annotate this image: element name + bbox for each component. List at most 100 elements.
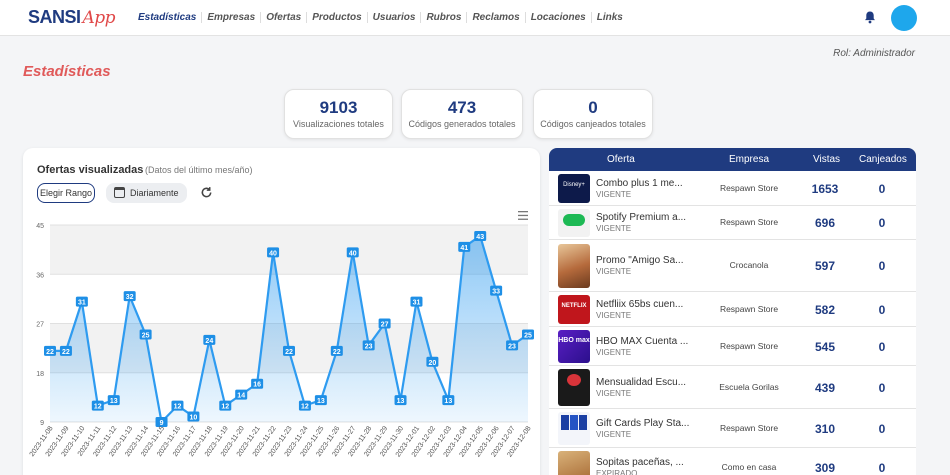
nav-item-links[interactable]: Links [592,12,628,23]
offer-views: 309 [814,461,836,475]
header-empresa: Empresa [729,154,770,165]
data-point[interactable]: 20 [426,356,439,367]
data-point[interactable]: 13 [107,395,120,406]
bell-icon[interactable] [863,10,877,24]
data-label: 25 [524,332,532,339]
views-chart: 9 18 27 36 45 22 22 31 12 13 32 25 9 12 10 24 12 14 16 40 22… [29,223,534,458]
data-point[interactable]: 31 [410,296,423,307]
data-label: 24 [205,338,213,345]
data-point[interactable]: 22 [283,345,295,356]
nav-item-productos[interactable]: Productos [307,12,368,23]
user-avatar[interactable] [891,5,917,31]
header-vistas: Vistas [813,154,841,165]
y-tick-label: 18 [36,371,44,378]
table-row[interactable]: HBO max HBO MAX Cuenta ... VIGENTE Respawn … [549,327,916,366]
data-point[interactable]: 25 [522,329,534,340]
data-point[interactable]: 32 [123,291,136,302]
data-label: 12 [221,404,229,411]
data-label: 40 [269,250,277,257]
table-row[interactable]: Promo "Amigo Sa... VIGENTE Crocanola 597 0 [549,240,916,292]
nav-item-ofertas[interactable]: Ofertas [261,12,308,23]
table-row[interactable]: Disney+ Combo plus 1 me... VIGENTE Respawn … [549,171,916,206]
main-nav: Estadísticas Empresas Ofertas Productos … [138,12,628,23]
nav-item-estadisticas[interactable]: Estadísticas [138,12,203,23]
data-point[interactable]: 27 [378,318,391,329]
nav-item-empresas[interactable]: Empresas [202,12,262,23]
table-row[interactable]: NETFLIX Netfliix 65bs cuen... VIGENTE Respa… [549,292,916,327]
data-label: 33 [492,289,500,296]
stat-card-codes-redeemed: 0 Códigos canjeados totales [533,89,653,139]
data-point[interactable]: 13 [394,395,407,406]
table-row[interactable]: Mensualidad Escu... VIGENTE Escuela Gorila… [549,366,916,409]
offer-name[interactable]: Mensualidad Escu... [596,377,686,388]
data-point[interactable]: 12 [298,400,311,411]
offer-views: 310 [814,421,836,436]
data-label: 22 [333,349,341,356]
y-tick-label: 9 [40,420,44,427]
offer-name[interactable]: Combo plus 1 me... [596,178,683,189]
offer-name[interactable]: Gift Cards Play Sta... [596,418,689,429]
offer-company: Escuela Gorilas [719,381,779,392]
offer-views: 545 [814,339,836,354]
hamburger-menu-icon[interactable] [518,211,528,220]
table-row[interactable]: Sopitas paceñas, ... EXPIRADO Como en casa… [549,448,916,475]
offer-name[interactable]: HBO MAX Cuenta ... [596,336,688,347]
data-point[interactable]: 43 [474,230,487,241]
table-row[interactable]: Spotify Premium a... VIGENTE Respawn Store… [549,206,916,240]
offer-company: Respawn Store [719,217,779,227]
offer-status: VIGENTE [596,429,632,439]
data-point[interactable]: 12 [171,400,184,411]
data-label: 16 [253,382,261,389]
data-point[interactable]: 16 [251,378,264,389]
offer-name[interactable]: Netfliix 65bs cuen... [596,299,683,310]
data-point[interactable]: 41 [458,241,471,252]
offer-name[interactable]: Spotify Premium a... [596,212,686,223]
data-point[interactable]: 9 [155,417,168,427]
nav-item-reclamos[interactable]: Reclamos [467,12,526,23]
stat-value: 9103 [319,98,358,117]
data-point[interactable]: 23 [506,340,519,351]
data-point[interactable]: 22 [59,345,72,356]
data-point[interactable]: 13 [314,395,327,406]
disney-plus-thumbnail: Disney+ [558,174,590,203]
soup-thumbnail [558,451,590,475]
offer-redeemed: 0 [878,302,886,317]
thumb-text: HBO max [558,330,590,363]
offer-name[interactable]: Promo "Amigo Sa... [596,255,683,266]
table-row[interactable]: Gift Cards Play Sta... VIGENTE Respawn Sto… [549,409,916,448]
stat-label: Códigos canjeados totales [540,119,646,129]
logo-sansi: SANSI [28,7,81,27]
offer-status: VIGENTE [596,224,632,233]
data-point[interactable]: 22 [44,345,56,356]
data-point[interactable]: 12 [91,400,104,411]
data-label: 10 [190,415,198,422]
data-point[interactable]: 40 [346,247,359,258]
offer-name[interactable]: Sopitas paceñas, ... [596,457,684,468]
chart-subtitle: (Datos del último mes/año) [145,165,253,175]
data-point[interactable]: 31 [75,296,88,307]
offers-table: Oferta Empresa Vistas Canjeados Disney+ C… [549,148,916,475]
data-point[interactable]: 25 [139,329,152,340]
stat-value: 0 [588,98,598,117]
data-label: 23 [508,343,516,350]
data-point[interactable]: 12 [219,400,232,411]
data-point[interactable]: 22 [330,345,343,356]
data-point[interactable]: 23 [362,340,375,351]
stat-card-codes-generated: 473 Códigos generados totales [401,89,523,139]
data-point[interactable]: 40 [267,247,280,258]
refresh-icon[interactable] [200,186,213,199]
daily-toggle-button[interactable]: Diariamente [106,183,187,203]
nav-item-usuarios[interactable]: Usuarios [368,12,422,23]
calendar-icon [114,187,125,198]
data-point[interactable]: 33 [490,285,503,296]
choose-range-button[interactable]: Elegir Rango [37,183,95,203]
app-logo[interactable]: SANSI App [28,7,116,28]
nav-item-locaciones[interactable]: Locaciones [526,12,592,23]
data-point[interactable]: 14 [235,389,248,400]
data-point[interactable]: 13 [442,395,455,406]
data-point[interactable]: 10 [187,411,200,422]
playstation-cards-thumbnail [558,412,590,445]
nav-item-rubros[interactable]: Rubros [421,12,468,23]
daily-label: Diariamente [130,188,179,198]
data-point[interactable]: 24 [203,334,216,345]
